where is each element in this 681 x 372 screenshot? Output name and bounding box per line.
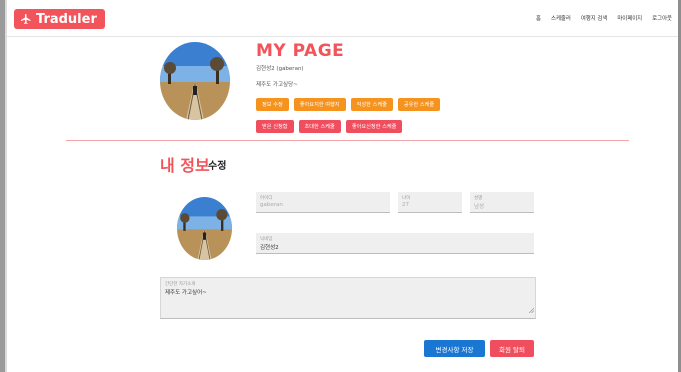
gender-field-value: 남성 bbox=[474, 204, 485, 210]
info-section-subtitle: 수정 bbox=[208, 161, 227, 172]
nav-scheduler[interactable]: 스케줄러 bbox=[551, 14, 571, 22]
age-field[interactable]: 나이 27 bbox=[398, 192, 462, 213]
id-field-label: 아이디 bbox=[260, 196, 273, 201]
intro-field-value: 제주도 가고싶어~ bbox=[165, 290, 207, 296]
intro-textarea[interactable]: 간단한 자기소개 제주도 가고싶어~ bbox=[160, 277, 536, 319]
user-name-id: 김현성2 (gaberan) bbox=[256, 66, 304, 72]
top-nav: Traduler 홈 스케줄러 여행지 검색 마이페이지 로그아웃 bbox=[7, 0, 678, 37]
window-frame-left-inner bbox=[5, 0, 7, 372]
save-changes-button[interactable]: 변경사항 저장 bbox=[424, 340, 485, 357]
profile-avatar bbox=[160, 42, 230, 120]
nav-home[interactable]: 홈 bbox=[536, 14, 541, 22]
delete-account-button[interactable]: 회원 탈퇴 bbox=[490, 340, 534, 357]
liked-destinations-button[interactable]: 좋아요지한 여행지 bbox=[293, 98, 346, 111]
requested-schedules-button[interactable]: 좋아요신청한 스케줄 bbox=[345, 120, 403, 133]
received-requests-button[interactable]: 받은 신청함 bbox=[256, 120, 294, 133]
nav-mypage[interactable]: 마이페이지 bbox=[617, 14, 642, 22]
nickname-field-label: 닉네임 bbox=[260, 237, 273, 242]
id-field[interactable]: 아이디 gaberan bbox=[256, 192, 390, 213]
page-title: MY PAGE bbox=[256, 41, 345, 61]
section-divider bbox=[66, 140, 629, 141]
profile-actions-row-1: 정보 수정 좋아요지한 여행지 작성한 스케줄 공유한 스케줄 bbox=[256, 98, 441, 111]
nickname-field-value: 김현성2 bbox=[260, 245, 279, 251]
logo-text: Traduler bbox=[36, 11, 97, 27]
gender-field[interactable]: 성별 남성 bbox=[470, 192, 534, 213]
logo[interactable]: Traduler bbox=[14, 9, 105, 29]
nickname-field[interactable]: 닉네임 김현성2 bbox=[256, 233, 534, 254]
nav-menu: 홈 스케줄러 여행지 검색 마이페이지 로그아웃 bbox=[536, 14, 672, 22]
resize-handle-icon[interactable] bbox=[528, 298, 535, 317]
my-schedules-button[interactable]: 작성한 스케줄 bbox=[350, 98, 393, 111]
airplane-icon bbox=[20, 13, 32, 25]
age-field-label: 나이 bbox=[402, 196, 411, 201]
info-section-title: 내 정보 bbox=[160, 156, 210, 175]
invited-schedules-button[interactable]: 초대한 스케줄 bbox=[298, 120, 341, 133]
intro-field-label: 간단한 자기소개 bbox=[165, 282, 196, 287]
user-bio: 제주도 가고싶당~ bbox=[256, 82, 298, 88]
nav-logout[interactable]: 로그아웃 bbox=[652, 14, 672, 22]
shared-schedules-button[interactable]: 공유한 스케줄 bbox=[397, 98, 441, 111]
nav-destination-search[interactable]: 여행지 검색 bbox=[581, 14, 608, 22]
age-field-value: 27 bbox=[402, 202, 409, 208]
edit-info-button[interactable]: 정보 수정 bbox=[256, 98, 289, 111]
edit-avatar[interactable] bbox=[177, 197, 232, 260]
gender-field-label: 성별 bbox=[474, 196, 483, 201]
id-field-value: gaberan bbox=[260, 202, 283, 208]
profile-actions-row-2: 받은 신청함 초대한 스케줄 좋아요신청한 스케줄 bbox=[256, 120, 403, 133]
